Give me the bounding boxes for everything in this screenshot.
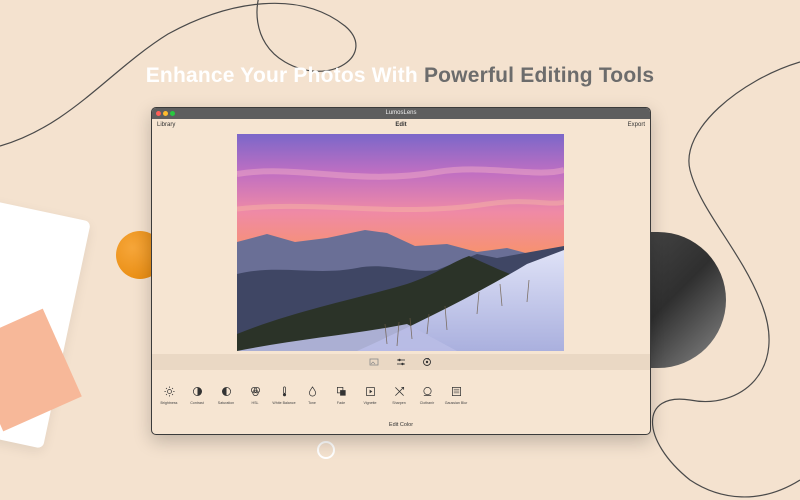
tool-label: Tone [308,401,316,405]
tool-brightness[interactable]: Brightness [155,386,183,405]
tool-tone[interactable]: Tone [298,386,326,405]
page-title: Edit [395,122,407,128]
nav-bar: Library Edit Export [152,119,650,133]
clarity-icon [422,387,432,396]
tool-label: White Balance [272,401,296,405]
tool-contrast[interactable]: Contrast [183,386,211,405]
tool-gaussian-blur[interactable]: Gaussian Blur [442,386,470,405]
tool-clarity[interactable]: Clothanir [413,386,441,405]
tool-label: Brightness [160,401,178,405]
vignette-icon [365,387,375,396]
tool-white-balance[interactable]: White Balance [270,386,298,405]
contrast-icon [192,387,202,396]
adjust-image-icon[interactable] [369,357,379,367]
tool-label: Saturation [217,401,235,405]
tool-label: Sharpen [392,401,406,405]
headline: Enhance Your Photos With Powerful Editin… [0,64,800,88]
export-button[interactable]: Export [628,122,645,128]
headline-light: Enhance Your Photos With [145,64,424,87]
tool-saturation[interactable]: Saturation [212,386,240,405]
blur-icon [451,387,461,396]
app-window: LumosLens Library Edit Export Brightness… [151,107,651,435]
edit-color-label[interactable]: Edit Color [152,422,650,428]
fade-icon [336,387,346,396]
tool-hsl[interactable]: HSL [241,386,269,405]
mode-bar [152,354,650,370]
rotate-icon[interactable] [422,357,432,367]
tool-label: Clothanir [419,401,435,405]
tool-label: Vignette [363,401,377,405]
tool-sharpen[interactable]: Sharpen [385,386,413,405]
title-bar: LumosLens [152,108,650,119]
photo-preview[interactable] [237,134,564,351]
headline-dark: Powerful Editing Tools [423,64,655,87]
sun-icon [163,386,175,397]
thermometer-icon [282,386,286,397]
tool-label: Contrast [190,401,204,405]
tool-vignette[interactable]: Vignette [356,386,384,405]
hsl-icon [250,387,260,396]
sharpen-icon [394,386,404,396]
tool-fade[interactable]: Fade [327,386,355,405]
tool-label: Gaussian Blur [444,401,468,405]
tool-strip: Brightness Contrast Saturation HSL White… [152,386,650,416]
window-title: LumosLens [385,110,417,116]
tool-label: HSL [251,401,259,405]
decorative-ring [317,441,335,459]
tool-label: Fade [336,401,346,405]
drop-icon [308,386,316,397]
saturation-icon [221,387,231,396]
sliders-icon[interactable] [396,357,406,367]
